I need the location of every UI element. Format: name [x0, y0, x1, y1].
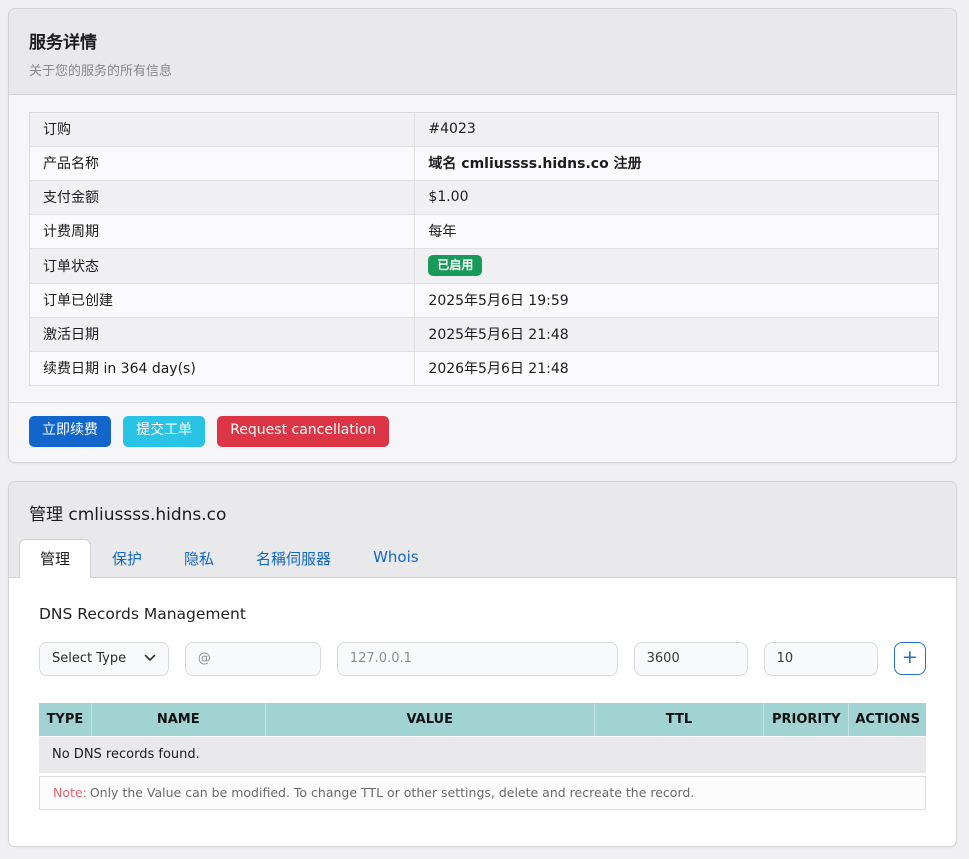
row-value: 2026年5月6日 21:48 [415, 352, 939, 386]
table-row: 支付金额 $1.00 [30, 181, 939, 215]
service-card-header: 服务详情 关于您的服务的所有信息 [9, 9, 956, 95]
manage-title: 管理 cmliussss.hidns.co [29, 500, 936, 525]
row-label: 订购 [30, 113, 415, 147]
tab-bar: 管理 保护 隐私 名稱伺服器 Whois [19, 539, 936, 578]
column-header-name: NAME [91, 703, 265, 737]
record-type-select[interactable]: Select Type [39, 642, 169, 676]
row-label: 激活日期 [30, 318, 415, 352]
submit-ticket-button[interactable]: 提交工单 [123, 416, 205, 447]
manage-domain-card: 管理 cmliussss.hidns.co 管理 保护 隐私 名稱伺服器 Who… [8, 481, 957, 847]
row-value: #4023 [415, 113, 939, 147]
dns-add-record-form: Select Type + [39, 642, 926, 676]
column-header-priority: PRIORITY [764, 703, 849, 737]
note-label: Note: [53, 785, 87, 800]
row-value: $1.00 [415, 181, 939, 215]
row-label: 计费周期 [30, 215, 415, 249]
row-value: 每年 [415, 215, 939, 249]
table-row: 计费周期 每年 [30, 215, 939, 249]
note-text: Only the Value can be modified. To chang… [90, 785, 694, 800]
service-details-table: 订购 #4023 产品名称 域名 cmliussss.hidns.co 注册 支… [29, 112, 939, 386]
table-row: 订单状态 已启用 [30, 249, 939, 284]
dns-records-table: TYPE NAME VALUE TTL PRIORITY ACTIONS No … [39, 703, 926, 773]
table-row: 订购 #4023 [30, 113, 939, 147]
column-header-type: TYPE [39, 703, 91, 737]
row-value: 2025年5月6日 21:48 [415, 318, 939, 352]
record-priority-input[interactable] [764, 642, 878, 676]
service-card-body: 订购 #4023 产品名称 域名 cmliussss.hidns.co 注册 支… [9, 95, 956, 386]
tab-manage[interactable]: 管理 [19, 539, 91, 578]
dns-note: Note:Only the Value can be modified. To … [39, 776, 926, 810]
row-label: 续费日期 in 364 day(s) [30, 352, 415, 386]
tab-protect[interactable]: 保护 [91, 539, 163, 578]
table-row: 订单已创建 2025年5月6日 19:59 [30, 284, 939, 318]
row-value: 域名 cmliussss.hidns.co 注册 [415, 147, 939, 181]
page: 服务详情 关于您的服务的所有信息 订购 #4023 产品名称 域名 cmlius… [0, 0, 969, 859]
chevron-down-icon [144, 651, 156, 666]
tab-nameservers[interactable]: 名稱伺服器 [235, 539, 352, 578]
record-value-input[interactable] [337, 642, 618, 676]
service-card-footer: 立即续费 提交工单 Request cancellation [9, 402, 956, 462]
record-name-input[interactable] [185, 642, 321, 676]
dns-empty-row: No DNS records found. [39, 736, 926, 773]
page-subtitle: 关于您的服务的所有信息 [29, 60, 936, 79]
tab-privacy[interactable]: 隐私 [163, 539, 235, 578]
page-title: 服务详情 [29, 28, 936, 53]
add-record-button[interactable]: + [894, 642, 926, 675]
table-row: 续费日期 in 364 day(s) 2026年5月6日 21:48 [30, 352, 939, 386]
record-type-select-value: Select Type [52, 651, 126, 666]
tab-whois[interactable]: Whois [352, 539, 440, 578]
row-label: 支付金额 [30, 181, 415, 215]
tab-content-manage: DNS Records Management Select Type + T [9, 578, 956, 846]
row-label: 订单已创建 [30, 284, 415, 318]
record-ttl-input[interactable] [634, 642, 748, 676]
status-badge: 已启用 [428, 255, 482, 276]
manage-card-header: 管理 cmliussss.hidns.co 管理 保护 隐私 名稱伺服器 Who… [9, 482, 956, 578]
table-row: 产品名称 域名 cmliussss.hidns.co 注册 [30, 147, 939, 181]
empty-state-text: No DNS records found. [39, 736, 926, 773]
request-cancellation-button[interactable]: Request cancellation [217, 416, 389, 447]
row-label: 产品名称 [30, 147, 415, 181]
dns-table-header-row: TYPE NAME VALUE TTL PRIORITY ACTIONS [39, 703, 926, 737]
column-header-value: VALUE [265, 703, 594, 737]
table-row: 激活日期 2025年5月6日 21:48 [30, 318, 939, 352]
row-value: 2025年5月6日 19:59 [415, 284, 939, 318]
dns-section-heading: DNS Records Management [39, 605, 926, 623]
service-details-card: 服务详情 关于您的服务的所有信息 订购 #4023 产品名称 域名 cmlius… [8, 8, 957, 463]
renew-now-button[interactable]: 立即续费 [29, 416, 111, 447]
column-header-ttl: TTL [594, 703, 763, 737]
row-label: 订单状态 [30, 249, 415, 284]
column-header-actions: ACTIONS [849, 703, 926, 737]
row-value: 已启用 [415, 249, 939, 284]
